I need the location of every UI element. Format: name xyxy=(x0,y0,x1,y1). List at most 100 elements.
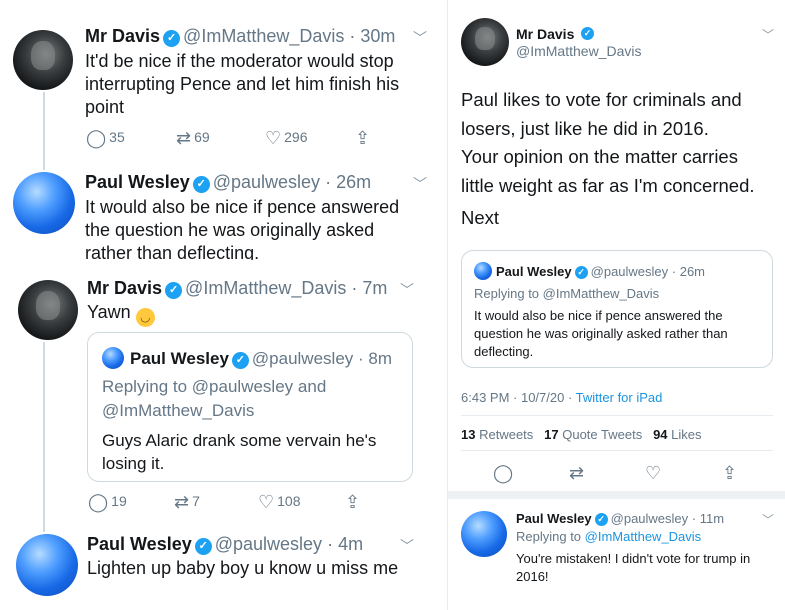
chevron-down-icon[interactable]: ﹀ xyxy=(413,28,427,48)
replying-to-line: Replying to @ImMatthew_Davis xyxy=(516,529,702,544)
avatar[interactable] xyxy=(461,511,507,557)
likes-stat[interactable]: 94 Likes xyxy=(653,427,701,442)
next-link[interactable]: Next xyxy=(461,207,499,229)
author-name[interactable]: Mr Davis xyxy=(516,26,574,42)
author-handle[interactable]: @paulwesley xyxy=(611,511,689,526)
reply-button[interactable]: ◯ 19 xyxy=(88,492,127,513)
heart-icon: ♡ xyxy=(258,492,275,512)
tweet-text: Yawn ◡ xyxy=(87,301,155,327)
author-name[interactable]: Mr Davis xyxy=(85,26,160,46)
tweet-text: It'd be nice if the moderator would stop… xyxy=(85,51,400,117)
reply-button[interactable]: ◯ xyxy=(493,462,516,484)
heart-icon: ♡ xyxy=(265,128,282,148)
like-button[interactable]: ♡ 108 xyxy=(258,492,301,513)
verified-badge-icon: ✓ xyxy=(581,27,594,40)
reply-count: 19 xyxy=(111,493,127,509)
tweet-time[interactable]: 26m xyxy=(336,172,371,192)
tweet-actions: ◯ 35 ⇄ 69 ♡ 296 ⇪ xyxy=(0,128,438,150)
replying-to-line: Replying to @paulwesley and xyxy=(102,377,327,396)
tweet-text-content: Yawn xyxy=(87,302,131,322)
author-name[interactable]: Paul Wesley xyxy=(87,534,192,554)
tweet-actions: ◯ 19 ⇄ 7 ♡ 108 ⇪ xyxy=(0,492,438,514)
yawning-face-icon: ◡ xyxy=(135,308,155,327)
chevron-down-icon[interactable]: ﹀ xyxy=(400,280,414,300)
avatar[interactable] xyxy=(16,534,78,596)
share-button[interactable]: ⇪ xyxy=(722,462,740,484)
author-handle[interactable]: @ImMatthew_Davis xyxy=(183,26,344,46)
retweet-icon: ⇄ xyxy=(174,492,190,512)
mention-link[interactable]: @ImMatthew_Davis xyxy=(543,286,660,301)
reply-button[interactable]: ◯ 35 xyxy=(86,128,125,149)
author-name: Paul Wesley xyxy=(496,264,572,279)
author-handle[interactable]: @paulwesley xyxy=(215,534,322,554)
reply-icon: ◯ xyxy=(493,463,514,483)
retweets-stat[interactable]: 13 Retweets xyxy=(461,427,533,442)
avatar[interactable] xyxy=(461,18,509,66)
author-handle[interactable]: @ImMatthew_Davis xyxy=(185,278,346,298)
tweet-header: Mr Davis ✓ @ImMatthew_Davis · 7m xyxy=(87,278,388,299)
quote-header: Paul Wesley ✓ @paulwesley · 26m xyxy=(496,264,706,279)
tweet-stats: 13 Retweets 17 Quote Tweets 94 Likes xyxy=(461,427,702,442)
reply-tweet[interactable]: Paul Wesley ✓ @paulwesley · 11m ﹀ Replying… xyxy=(448,499,785,610)
mention-link[interactable]: @ImMatthew_Davis xyxy=(102,401,254,420)
share-icon: ⇪ xyxy=(722,463,738,483)
avatar xyxy=(474,262,492,280)
right-tweet-detail-panel: Mr Davis ✓ @ImMatthew_Davis ﹀ Paul likes… xyxy=(447,0,785,610)
tweet-header: Paul Wesley ✓ @paulwesley · 4m xyxy=(87,534,364,555)
author-handle[interactable]: @paulwesley xyxy=(213,172,320,192)
avatar xyxy=(102,347,124,369)
tweet-time[interactable]: 30m xyxy=(360,26,395,46)
divider xyxy=(461,415,773,416)
chevron-down-icon[interactable]: ﹀ xyxy=(400,536,414,556)
chevron-down-icon[interactable]: ﹀ xyxy=(762,26,774,43)
share-button[interactable]: ⇪ xyxy=(345,492,363,513)
quoted-tweet[interactable]: Paul Wesley ✓ @paulwesley · 8m Replying to… xyxy=(87,332,413,482)
author-name[interactable]: Paul Wesley xyxy=(516,511,592,526)
tweet-time[interactable]: 11m xyxy=(700,511,724,526)
author-name[interactable]: Paul Wesley xyxy=(85,172,190,192)
like-count: 108 xyxy=(277,493,301,509)
mention-link[interactable]: @ImMatthew_Davis xyxy=(585,529,702,544)
retweet-button[interactable]: ⇄ xyxy=(569,462,587,484)
author-handle: @paulwesley xyxy=(590,264,669,279)
reply-icon: ◯ xyxy=(86,128,107,148)
quote-text: Guys Alaric drank some vervain he's losi… xyxy=(102,431,377,473)
tweet-time[interactable]: 4m xyxy=(338,534,363,554)
replying-to-line-2: @ImMatthew_Davis xyxy=(102,401,254,421)
verified-badge-icon: ✓ xyxy=(165,282,183,299)
source-link[interactable]: Twitter for iPad xyxy=(576,390,663,405)
author-name[interactable]: Mr Davis xyxy=(87,278,162,298)
chevron-down-icon[interactable]: ﹀ xyxy=(762,511,774,528)
retweet-count: 7 xyxy=(192,493,200,509)
like-count: 296 xyxy=(284,129,308,145)
avatar[interactable] xyxy=(13,172,75,234)
quote-tweets-stat[interactable]: 17 Quote Tweets xyxy=(544,427,642,442)
share-button[interactable]: ⇪ xyxy=(355,128,373,149)
verified-badge-icon: ✓ xyxy=(574,266,588,279)
verified-badge-icon: ✓ xyxy=(231,352,249,369)
author-handle: @paulwesley xyxy=(251,349,354,368)
verified-badge-icon: ✓ xyxy=(192,176,210,193)
tweet-header: Paul Wesley ✓ @paulwesley · 26m xyxy=(85,172,372,193)
chevron-down-icon[interactable]: ﹀ xyxy=(413,174,427,194)
avatar[interactable] xyxy=(13,30,73,90)
like-button[interactable]: ♡ xyxy=(645,462,664,484)
verified-badge-icon: ✓ xyxy=(594,513,608,526)
quoted-tweet[interactable]: Paul Wesley ✓ @paulwesley · 26m Replying t… xyxy=(461,250,773,368)
retweet-count: 69 xyxy=(194,129,210,145)
author-handle[interactable]: @ImMatthew_Davis xyxy=(516,43,641,59)
tweet-actions: ◯ ⇄ ♡ ⇪ xyxy=(448,462,785,484)
verified-badge-icon: ✓ xyxy=(194,538,212,555)
tweet-text: It would also be nice if pence answered … xyxy=(85,197,400,260)
tweet-time: 26m xyxy=(679,264,706,279)
tweet-timestamp: 6:43 PM · 10/7/20 · Twitter for iPad xyxy=(461,390,663,405)
like-button[interactable]: ♡ 296 xyxy=(265,128,308,149)
avatar[interactable] xyxy=(18,280,78,340)
divider xyxy=(461,450,773,451)
retweet-button[interactable]: ⇄ 69 xyxy=(176,128,210,149)
replying-to-line: Replying to @ImMatthew_Davis xyxy=(474,286,660,301)
mention-link[interactable]: @paulwesley xyxy=(192,377,293,396)
retweet-icon: ⇄ xyxy=(176,128,192,148)
retweet-button[interactable]: ⇄ 7 xyxy=(174,492,200,513)
tweet-time[interactable]: 7m xyxy=(362,278,387,298)
